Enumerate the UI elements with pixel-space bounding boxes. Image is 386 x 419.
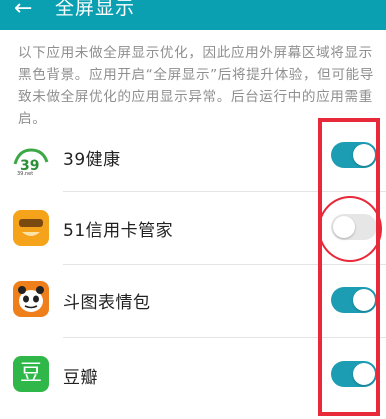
svg-text:39.net: 39.net — [17, 171, 33, 176]
annotation-circle — [318, 196, 382, 262]
app-name: 豆瓣 — [63, 368, 98, 388]
doutu-emoji-app-icon — [13, 281, 49, 317]
back-arrow-icon[interactable]: ← — [14, 0, 32, 20]
app-name: 斗图表情包 — [63, 293, 151, 313]
app-bar: ← 全屏显示 — [0, 0, 386, 30]
39-health-app-icon: 39 39.net — [13, 140, 49, 177]
douban-app-icon: 豆 — [13, 356, 49, 392]
full-screen-description: 以下应用未做全屏显示优化，因此应用外屏幕区域将显示黑色背景。应用开启“全屏显示”… — [18, 45, 374, 127]
51-credit-card-app-icon — [13, 210, 49, 246]
annotation-rectangle — [318, 118, 380, 416]
app-name: 51信用卡管家 — [63, 221, 174, 241]
page-title: 全屏显示 — [55, 0, 136, 19]
app-name: 39健康 — [63, 150, 121, 170]
